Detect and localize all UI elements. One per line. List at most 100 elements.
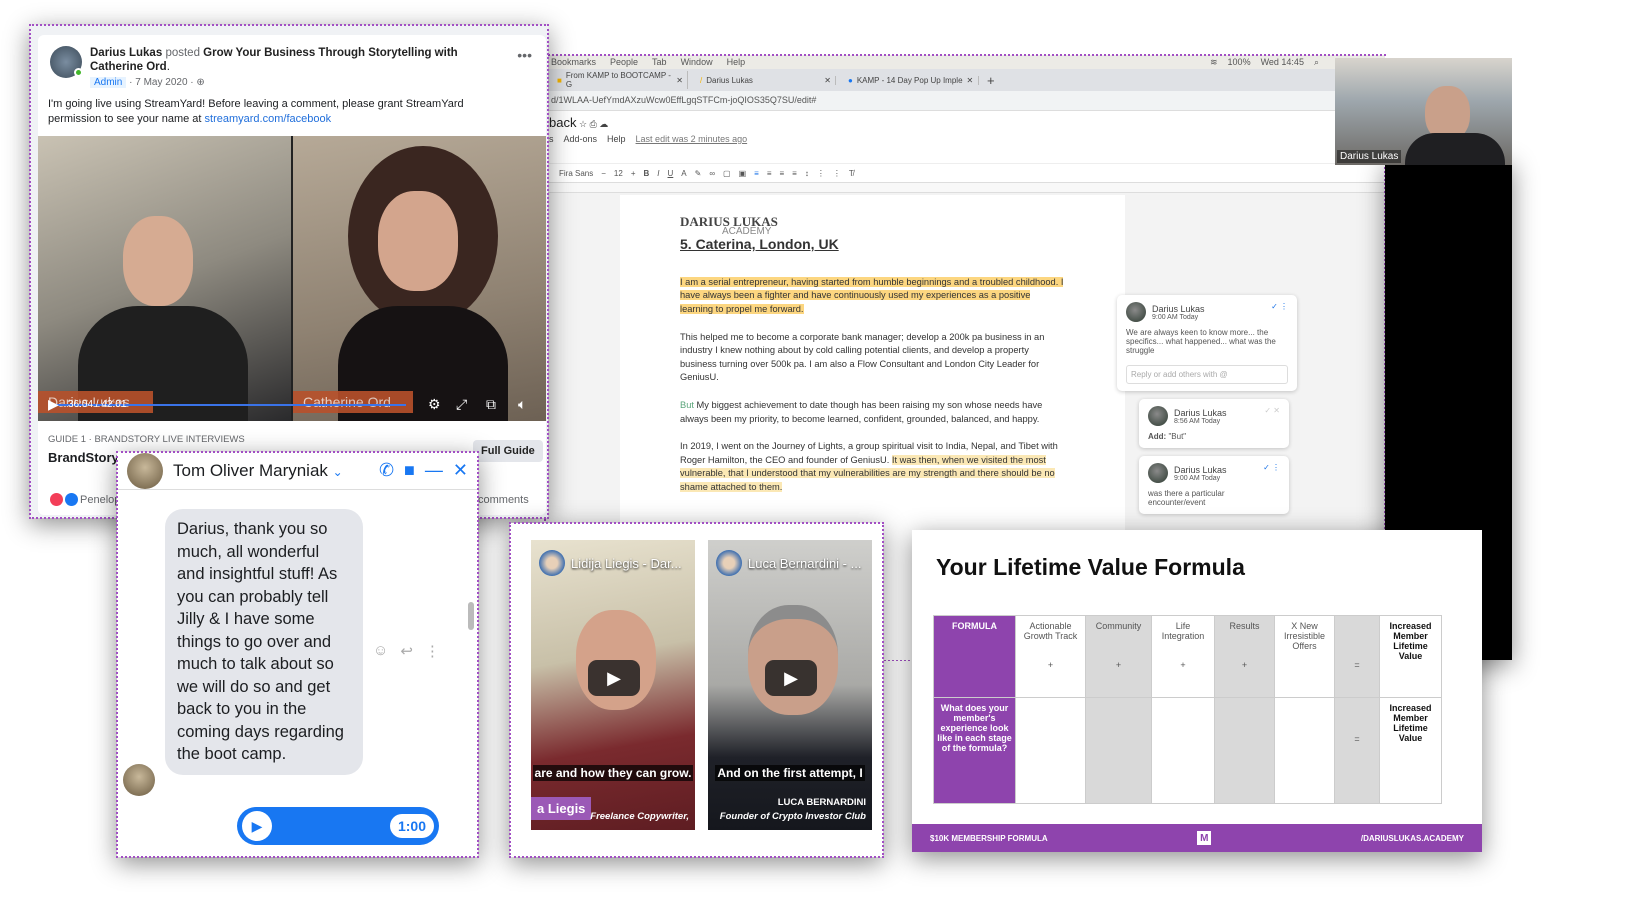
ruler[interactable]	[545, 183, 1385, 193]
menu-tools[interactable]: s	[549, 134, 554, 144]
table-cell[interactable]	[1274, 697, 1335, 804]
table-cell[interactable]	[1015, 697, 1086, 804]
menu-help[interactable]: Help	[607, 134, 626, 144]
address-bar[interactable]: d/1WLAA-UefYmdAXzuWcw0EffLgqSTFCm-joQIOS…	[545, 91, 1385, 111]
menu-tab[interactable]: Tab	[652, 57, 667, 67]
tab-kamp-bootcamp[interactable]: ■ From KAMP to BOOTCAMP - G ✕	[553, 71, 688, 89]
live-video[interactable]: Darius Lukas Catherine Ord ▶ 36:04 / 42:…	[38, 136, 546, 421]
font-size-decrease[interactable]: −	[601, 169, 606, 178]
post-date[interactable]: · 7 May 2020 ·	[129, 77, 193, 88]
settings-gear-icon[interactable]: ⚙	[428, 396, 441, 413]
menu-help[interactable]: Help	[727, 57, 746, 67]
scrollbar[interactable]	[468, 602, 474, 630]
message-actions: ☺ ↩ ⋮	[373, 642, 440, 660]
table-cell[interactable]	[1085, 697, 1152, 804]
highlighted-paragraph[interactable]: I am a serial entrepreneur, having start…	[680, 276, 1064, 314]
guide-title[interactable]: BrandStory	[48, 450, 119, 465]
last-edit-link[interactable]: Last edit was 2 minutes ago	[636, 134, 748, 144]
doc-heading: 5. Caterina, London, UK	[680, 236, 839, 253]
reactions[interactable]: Penelope	[50, 493, 127, 506]
line-spacing-icon[interactable]: ↕	[805, 169, 809, 178]
reply-input[interactable]: Reply or add others with @	[1126, 365, 1288, 384]
close-icon[interactable]: ✕	[824, 76, 831, 85]
suggested-insert[interactable]: But	[680, 400, 694, 410]
play-icon[interactable]: ▶	[242, 811, 272, 841]
resolve-check-icon[interactable]: ✓ ⋮	[1263, 463, 1280, 472]
picture-in-picture-icon[interactable]: ⧉	[486, 396, 496, 413]
formatting-toolbar: Fira Sans − 12 + BIU A ✎ ∞ ▢ ▣ ≡ ≡ ≡ ≡ ↕ ⋮ ⋮ T̸	[545, 163, 1385, 183]
tab-darius-lukas[interactable]: / Darius Lukas ✕	[696, 75, 836, 85]
streamyard-link[interactable]: streamyard.com/facebook	[205, 113, 332, 125]
more-options-icon[interactable]: •••	[517, 47, 532, 63]
more-icon[interactable]: ⋮	[425, 642, 440, 660]
highlight-icon[interactable]: ✎	[695, 169, 702, 178]
doc-title[interactable]: back	[549, 115, 576, 130]
comment-author: Darius Lukas	[1174, 464, 1227, 475]
close-icon[interactable]: ✕	[676, 76, 683, 85]
close-icon[interactable]: ✕	[453, 460, 468, 481]
comment-icon[interactable]: ▢	[723, 169, 731, 178]
video-call-icon[interactable]: ■	[404, 460, 415, 481]
move-icon[interactable]: ⎙	[590, 119, 597, 129]
menu-addons[interactable]: Add-ons	[564, 134, 598, 144]
font-size[interactable]: 12	[614, 169, 623, 178]
video-thumbnail[interactable]: Lidija Liegis - Dar... ▶ are and how the…	[531, 540, 695, 830]
message-bubble[interactable]: Darius, thank you so much, all wonderful…	[165, 509, 363, 775]
font-size-increase[interactable]: +	[631, 169, 636, 178]
chevron-down-icon[interactable]: ⌄	[333, 465, 343, 479]
table-cell: =	[1334, 615, 1380, 698]
font-select[interactable]: Fira Sans	[559, 169, 593, 178]
react-emoji-icon[interactable]: ☺	[373, 642, 388, 660]
close-icon[interactable]: ✕	[967, 76, 974, 85]
table-cell[interactable]	[1151, 697, 1215, 804]
tab-kamp-popup[interactable]: ● KAMP - 14 Day Pop Up Imple ✕	[844, 75, 979, 85]
author-name[interactable]: Darius Lukas	[90, 47, 162, 59]
phone-icon[interactable]: ✆	[379, 460, 394, 481]
video-thumbnail[interactable]: Luca Bernardini - ... ▶ And on the first…	[708, 540, 872, 830]
suggestion[interactable]: Darius Lukas 8:56 AM Today ✓ ✕ Add: "But"	[1139, 399, 1289, 448]
text-color-icon[interactable]: A	[681, 169, 686, 178]
resolve-check-icon[interactable]: ✓ ⋮	[1271, 302, 1288, 311]
comments-panel: Darius Lukas 9:00 AM Today ✓ ⋮ We are alwa…	[1117, 295, 1297, 522]
align-right-icon[interactable]: ≡	[780, 169, 785, 178]
comment[interactable]: Darius Lukas 9:00 AM Today ✓ ⋮ We are alwa…	[1117, 295, 1297, 391]
underline-icon[interactable]: U	[668, 169, 674, 178]
video-testimonials: Lidija Liegis - Dar... ▶ are and how the…	[509, 522, 884, 858]
align-center-icon[interactable]: ≡	[767, 169, 772, 178]
minimize-icon[interactable]: —	[425, 460, 443, 481]
play-icon[interactable]: ▶	[48, 396, 59, 413]
play-button[interactable]: ▶	[765, 660, 817, 696]
author-avatar[interactable]	[50, 46, 83, 78]
link-icon[interactable]: ∞	[709, 169, 715, 178]
italic-icon[interactable]: I	[657, 169, 659, 178]
accept-reject-icons[interactable]: ✓ ✕	[1264, 406, 1280, 415]
webcam-feed: Darius Lukas	[1335, 58, 1512, 165]
star-icon[interactable]: ☆	[579, 119, 587, 129]
fullscreen-icon[interactable]: ⤢	[456, 396, 467, 413]
bold-icon[interactable]: B	[643, 169, 649, 178]
cloud-icon[interactable]: ☁	[599, 119, 608, 129]
menu-bookmarks[interactable]: Bookmarks	[551, 57, 596, 67]
clear-format-icon[interactable]: T̸	[849, 169, 854, 178]
menu-window[interactable]: Window	[681, 57, 713, 67]
globe-icon: ⊕	[196, 77, 205, 88]
reply-icon[interactable]: ↩	[400, 642, 413, 660]
align-left-icon[interactable]: ≡	[754, 169, 759, 178]
audio-message[interactable]: ▶ 1:00	[237, 807, 439, 845]
comment[interactable]: Darius Lukas 9:00 AM Today ✓ ⋮ was there a…	[1139, 456, 1289, 514]
numbered-list-icon[interactable]: ⋮	[817, 169, 825, 178]
menu-people[interactable]: People	[610, 57, 638, 67]
view-full-guide-button[interactable]: Full Guide	[473, 440, 543, 462]
row-label: What does your member's experience look …	[933, 697, 1016, 804]
new-tab-button[interactable]: +	[987, 73, 995, 88]
search-icon[interactable]: ⌕	[1314, 57, 1319, 68]
justify-icon[interactable]: ≡	[792, 169, 797, 178]
play-button[interactable]: ▶	[588, 660, 640, 696]
bullet-list-icon[interactable]: ⋮	[833, 169, 841, 178]
volume-icon[interactable]: 🔈︎	[518, 396, 526, 413]
contact-avatar[interactable]	[127, 452, 163, 489]
image-icon[interactable]: ▣	[739, 169, 747, 178]
comments-count[interactable]: comments	[478, 494, 529, 506]
contact-name[interactable]: Tom Oliver Maryniak ⌄	[173, 461, 369, 481]
table-cell[interactable]	[1214, 697, 1275, 804]
